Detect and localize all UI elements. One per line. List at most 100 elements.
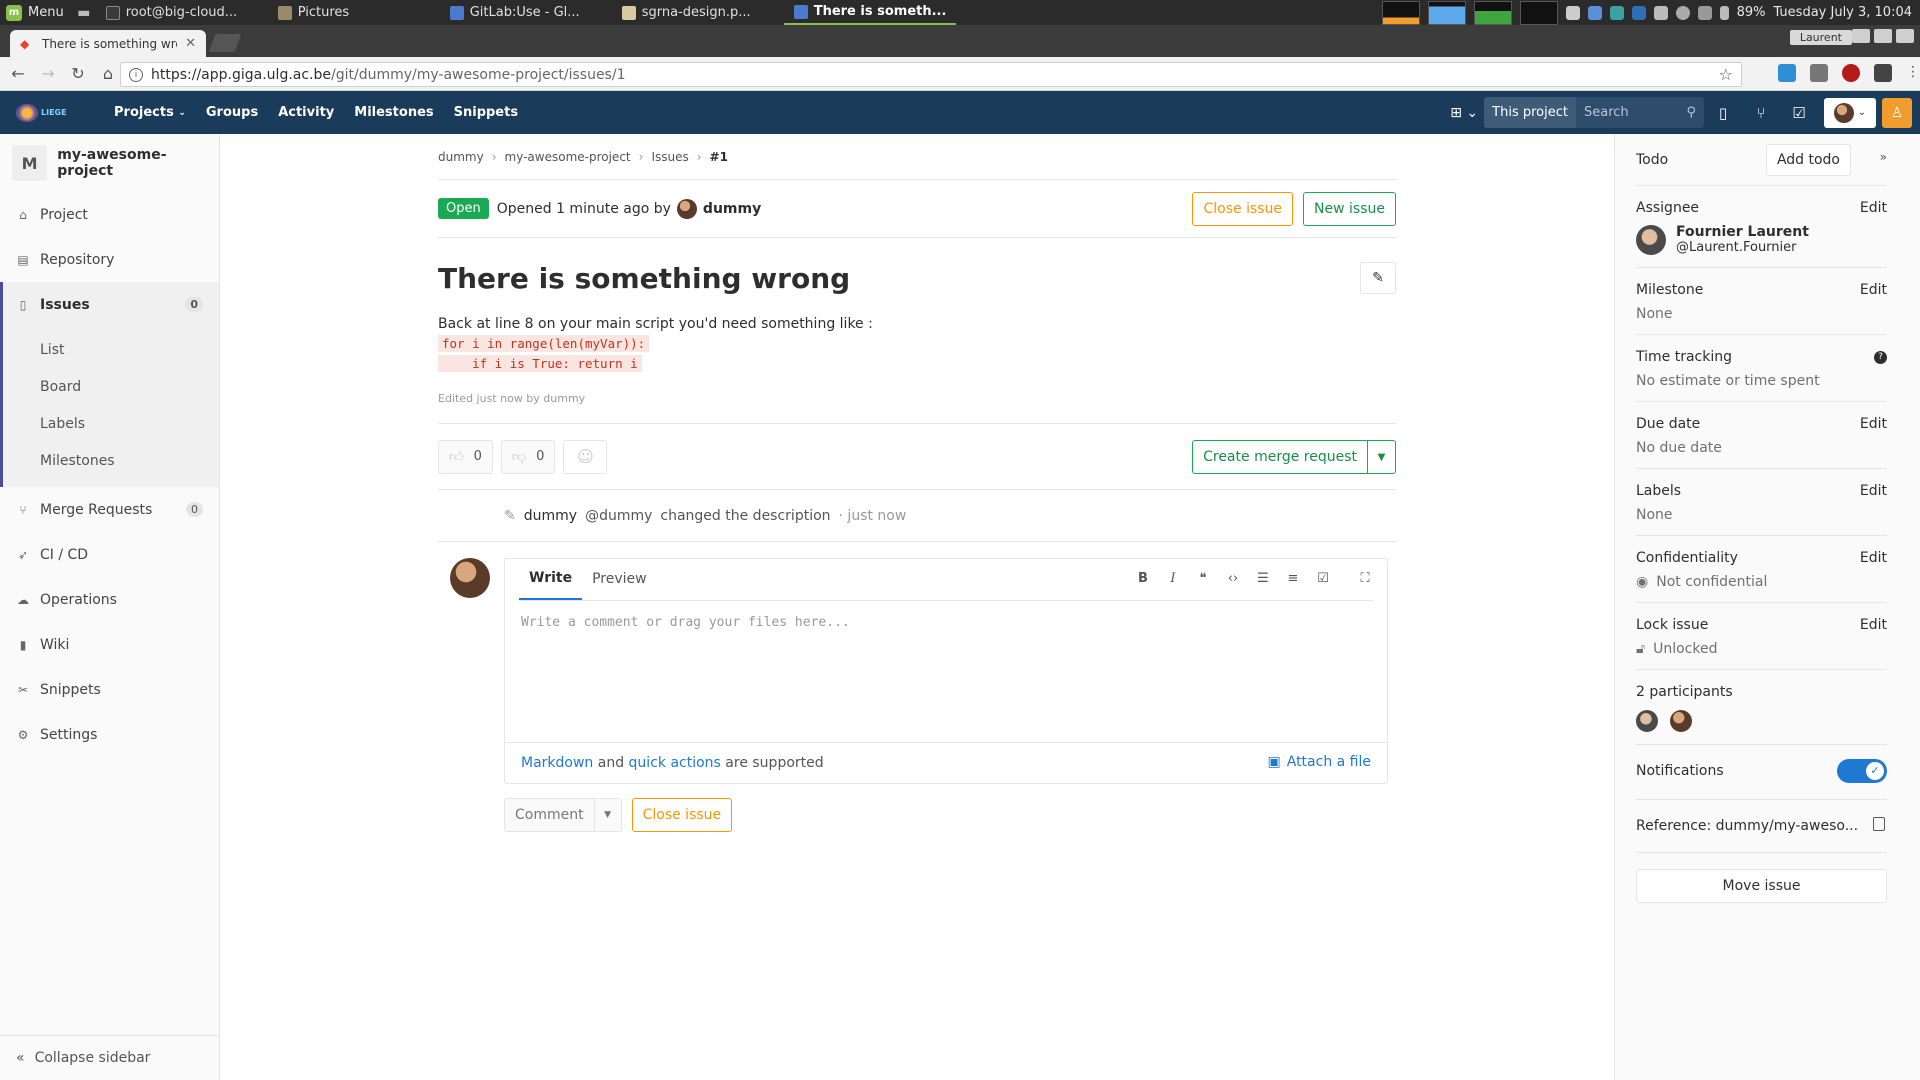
notifications-toggle[interactable]: ✓ xyxy=(1837,759,1887,783)
show-desktop-icon[interactable]: ▬ xyxy=(72,5,96,21)
back-icon[interactable]: ← xyxy=(6,62,30,86)
user-icon[interactable] xyxy=(1675,5,1690,20)
breadcrumb-issues[interactable]: Issues xyxy=(651,150,688,164)
nav-milestones[interactable]: Milestones xyxy=(344,91,443,134)
copy-icon[interactable] xyxy=(1873,817,1885,831)
italic-icon[interactable]: I xyxy=(1165,571,1181,586)
clipboard-icon[interactable] xyxy=(1653,5,1668,20)
quote-icon[interactable]: ❝ xyxy=(1195,571,1211,586)
breadcrumb-issue-number[interactable]: #1 xyxy=(710,150,728,164)
sidebar-subitem-labels[interactable]: Labels xyxy=(3,405,219,442)
fullscreen-icon[interactable]: ⛶ xyxy=(1357,571,1373,586)
edit-title-button[interactable]: ✎ xyxy=(1360,262,1396,294)
user-menu[interactable]: ⌄ xyxy=(1824,97,1876,128)
author-link[interactable]: dummy xyxy=(703,201,761,217)
bookmark-star-icon[interactable]: ☆ xyxy=(1719,65,1733,84)
search-scope[interactable]: This project xyxy=(1484,97,1576,128)
skype-extension-icon[interactable] xyxy=(1874,64,1892,82)
help-question-icon[interactable]: ? xyxy=(1874,351,1887,364)
new-issue-button[interactable]: New issue xyxy=(1303,192,1396,226)
url-bar[interactable]: i https://app.giga.ulg.ac.be /git/dummy/… xyxy=(120,62,1742,87)
sidebar-item-project[interactable]: ⌂ Project xyxy=(0,192,219,237)
sidebar-item-settings[interactable]: ⚙ Settings xyxy=(0,712,219,757)
move-issue-button[interactable]: Move issue xyxy=(1636,869,1887,903)
close-issue-bottom-button[interactable]: Close issue xyxy=(631,798,733,832)
sidebar-item-operations[interactable]: ☁ Operations xyxy=(0,577,219,622)
merge-requests-icon[interactable]: ⑂ xyxy=(1742,91,1780,134)
ublock-icon[interactable] xyxy=(1842,64,1860,82)
create-merge-request-button[interactable]: Create merge request xyxy=(1192,440,1368,474)
sidebar-subitem-list[interactable]: List xyxy=(3,331,219,368)
reload-icon[interactable]: ↻ xyxy=(66,62,90,86)
vpn-icon[interactable] xyxy=(1631,5,1646,20)
home-icon[interactable]: ⌂ xyxy=(96,62,120,86)
comment-button[interactable]: Comment xyxy=(505,798,595,832)
close-issue-button[interactable]: Close issue xyxy=(1192,192,1294,226)
taskbar-item-sgrna[interactable]: sgrna-design.p... xyxy=(612,0,784,25)
edit-assignee-link[interactable]: Edit xyxy=(1860,200,1887,216)
comment-textarea[interactable]: Write a comment or drag your files here.… xyxy=(505,601,1387,743)
nav-snippets[interactable]: Snippets xyxy=(444,91,528,134)
avatar[interactable] xyxy=(1636,710,1658,732)
add-todo-button[interactable]: Add todo xyxy=(1765,144,1851,176)
todos-icon[interactable]: ☑ xyxy=(1780,91,1818,134)
issues-icon[interactable]: ▯ xyxy=(1704,91,1742,134)
comment-dropdown-caret-icon[interactable]: ▼ xyxy=(595,810,621,820)
attach-file-button[interactable]: ▣ Attach a file xyxy=(1268,754,1372,770)
close-tab-icon[interactable]: ✕ xyxy=(185,36,196,51)
collapse-sidebar-icon[interactable]: » xyxy=(1880,150,1887,164)
tab-write[interactable]: Write xyxy=(519,558,583,600)
code-icon[interactable]: ‹› xyxy=(1225,571,1241,586)
extension-icon[interactable] xyxy=(1810,64,1828,82)
bullet-list-icon[interactable]: ☰ xyxy=(1255,571,1271,586)
edit-milestone-link[interactable]: Edit xyxy=(1860,282,1887,298)
info-icon[interactable]: i xyxy=(129,67,143,82)
sidebar-item-cicd[interactable]: ➶ CI / CD xyxy=(0,532,219,577)
close-window-icon[interactable] xyxy=(1896,29,1914,43)
wifi-icon[interactable] xyxy=(1697,5,1712,20)
tab-preview[interactable]: Preview xyxy=(582,558,657,600)
sync-icon[interactable] xyxy=(1609,5,1624,20)
edit-due-date-link[interactable]: Edit xyxy=(1860,416,1887,432)
browser-menu-icon[interactable]: ⋮ xyxy=(1906,64,1920,82)
nav-activity[interactable]: Activity xyxy=(268,91,344,134)
search-input[interactable]: Search ⚲ xyxy=(1576,97,1704,128)
breadcrumb-dummy[interactable]: dummy xyxy=(438,150,484,164)
markdown-link[interactable]: Markdown xyxy=(521,755,593,771)
sidebar-item-repository[interactable]: ▤ Repository xyxy=(0,237,219,282)
clock[interactable]: Tuesday July 3, 10:04 xyxy=(1773,5,1912,20)
author-avatar[interactable] xyxy=(676,198,697,219)
quick-actions-link[interactable]: quick actions xyxy=(629,755,721,771)
assignee-user[interactable]: Fournier Laurent @Laurent.Fournier xyxy=(1636,224,1887,255)
help-icon[interactable]: ♙ xyxy=(1882,97,1912,128)
mail-extension-icon[interactable] xyxy=(1778,64,1796,82)
taskbar-item-pictures[interactable]: Pictures xyxy=(268,0,440,25)
sidebar-subitem-board[interactable]: Board xyxy=(3,368,219,405)
thumbs-down-button[interactable]: 👎︎ 0 xyxy=(500,439,556,474)
add-reaction-button[interactable]: ☺ xyxy=(563,439,608,474)
browser-tab[interactable]: ◆ There is something wrong ✕ xyxy=(10,30,206,57)
taskbar-item-active-browser[interactable]: There is someth... xyxy=(783,0,956,25)
nav-projects[interactable]: Projects ⌄ xyxy=(104,91,196,134)
shield-icon[interactable] xyxy=(1565,5,1580,20)
edit-confidentiality-link[interactable]: Edit xyxy=(1860,550,1887,566)
sidebar-subitem-milestones[interactable]: Milestones xyxy=(3,442,219,479)
taskbar-item-gitlab[interactable]: GitLab:Use - Gl... xyxy=(440,0,612,25)
create-mr-dropdown-caret-icon[interactable]: ▼ xyxy=(1368,440,1396,474)
collapse-sidebar-button[interactable]: « Collapse sidebar xyxy=(0,1035,219,1080)
battery-icon[interactable] xyxy=(1719,5,1729,20)
new-tab-button[interactable] xyxy=(208,34,242,52)
sidebar-item-wiki[interactable]: ▮ Wiki xyxy=(0,622,219,667)
minimize-icon[interactable] xyxy=(1852,29,1870,43)
forward-icon[interactable]: → xyxy=(36,62,60,86)
maximize-icon[interactable] xyxy=(1874,29,1892,43)
new-dropdown-plus-icon[interactable]: ⊞ ⌄ xyxy=(1444,91,1484,134)
profile-badge[interactable]: Laurent xyxy=(1789,30,1852,45)
note-handle[interactable]: @dummy xyxy=(585,508,652,524)
bold-icon[interactable]: B xyxy=(1135,571,1151,586)
edit-lock-link[interactable]: Edit xyxy=(1860,617,1887,633)
edit-labels-link[interactable]: Edit xyxy=(1860,483,1887,499)
thumbs-up-button[interactable]: 👍︎ 0 xyxy=(438,439,493,474)
task-list-icon[interactable]: ☑ xyxy=(1315,571,1331,586)
note-author[interactable]: dummy xyxy=(524,508,577,524)
